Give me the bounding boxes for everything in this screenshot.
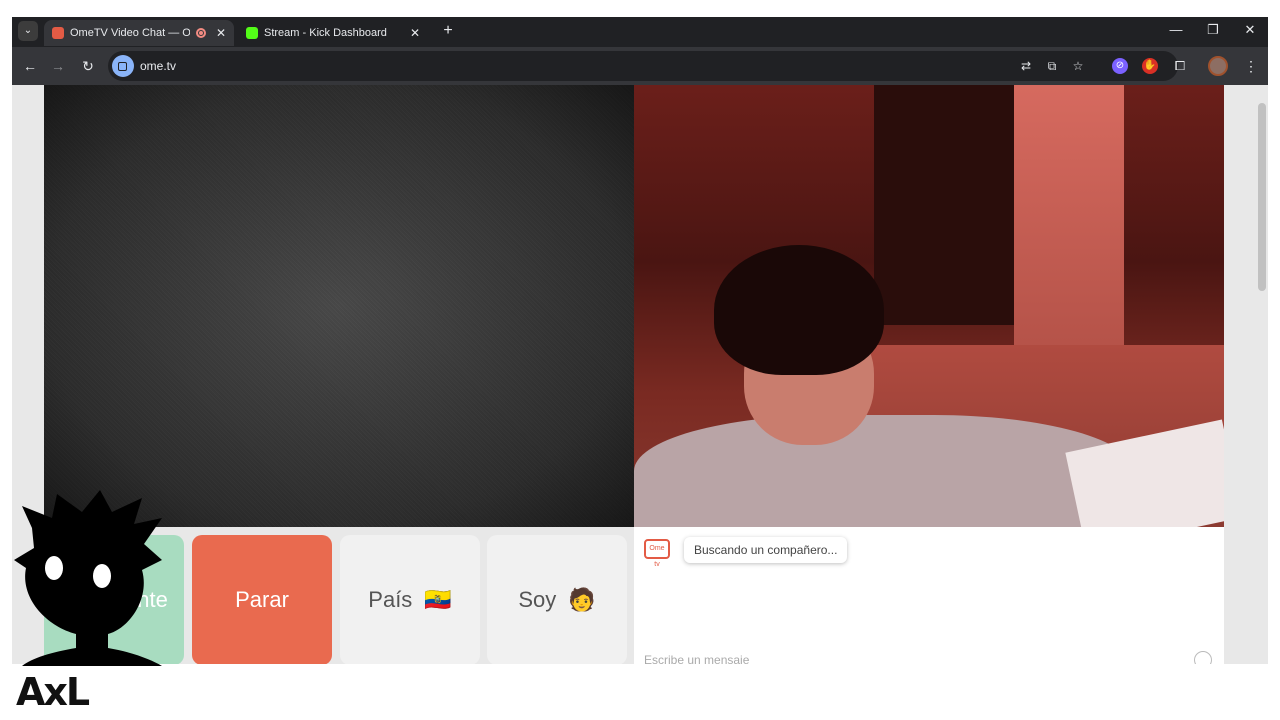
tab-search-button[interactable]: ⌄ xyxy=(18,21,38,41)
emoji-picker-icon[interactable] xyxy=(1194,651,1212,664)
url-text[interactable]: ome.tv xyxy=(140,51,176,81)
address-bar[interactable]: ome.tv ⇄ ⧉ ☆ xyxy=(108,51,1178,81)
compass-extension-icon[interactable]: ⊘ xyxy=(1112,58,1128,74)
tab-close-icon[interactable]: ✕ xyxy=(410,20,420,46)
profile-avatar[interactable] xyxy=(1208,56,1228,76)
tab-title: Stream - Kick Dashboard xyxy=(264,27,387,39)
country-selector-button[interactable]: País 🇪🇨 xyxy=(340,535,480,664)
background-wall xyxy=(1014,85,1124,355)
ometv-logo-icon: Ome tv xyxy=(644,539,670,568)
ecuador-flag-icon: 🇪🇨 xyxy=(424,587,452,612)
avatar-silhouette xyxy=(14,490,162,666)
person-body xyxy=(634,415,1134,527)
tab-strip: ⌄ OmeTV Video Chat — Ome ✕ Stream - Kick… xyxy=(12,17,1268,46)
install-app-icon[interactable]: ⧉ xyxy=(1044,58,1060,74)
person-emoji-icon: 🧑 xyxy=(568,587,596,612)
kick-favicon-icon xyxy=(246,27,258,39)
reload-button[interactable]: ↻ xyxy=(78,56,98,76)
person-hair xyxy=(714,245,884,375)
stop-button-label: Parar xyxy=(235,587,289,612)
back-button[interactable]: ← xyxy=(20,56,40,76)
message-input[interactable]: Escribe un mensaje xyxy=(644,653,749,664)
gender-selector-button[interactable]: Soy 🧑 xyxy=(487,535,627,664)
extensions-puzzle-icon[interactable]: ⧠ xyxy=(1172,58,1188,74)
translate-icon[interactable]: ⇄ xyxy=(1018,58,1034,74)
recording-indicator-icon xyxy=(196,28,206,38)
page-scrollbar[interactable] xyxy=(1258,93,1266,663)
forward-button[interactable]: → xyxy=(48,56,68,76)
page-content: iente Parar País 🇪🇨 Soy 🧑 Ome tv Buscand… xyxy=(12,85,1268,664)
browser-menu-icon[interactable]: ⋮ xyxy=(1244,56,1258,76)
stranger-video-static xyxy=(44,85,634,527)
chat-panel: Ome tv Buscando un compañero... Escribe … xyxy=(634,527,1224,664)
self-webcam-video xyxy=(634,85,1224,527)
tab-kick-dashboard[interactable]: Stream - Kick Dashboard ✕ xyxy=(238,20,428,46)
status-message: Buscando un compañero... xyxy=(684,537,848,563)
minimize-button[interactable]: — xyxy=(1157,17,1195,43)
background-closet xyxy=(874,85,1014,325)
tab-close-icon[interactable]: ✕ xyxy=(216,20,226,46)
adblock-extension-icon[interactable]: ✋ xyxy=(1142,58,1158,74)
tab-title: OmeTV Video Chat — Ome xyxy=(70,27,190,39)
bookmark-star-icon[interactable]: ☆ xyxy=(1070,58,1086,74)
country-label: País xyxy=(368,587,413,612)
browser-window: ⌄ OmeTV Video Chat — Ome ✕ Stream - Kick… xyxy=(12,17,1268,664)
site-info-icon[interactable] xyxy=(112,55,134,77)
close-window-button[interactable]: ✕ xyxy=(1231,17,1268,43)
scrollbar-thumb[interactable] xyxy=(1258,103,1266,291)
new-tab-button[interactable]: + xyxy=(438,20,458,42)
streamer-avatar-overlay xyxy=(14,490,162,666)
gender-label: Soy xyxy=(518,587,557,612)
tab-ometv[interactable]: OmeTV Video Chat — Ome ✕ xyxy=(44,20,234,46)
avatar-right-eye xyxy=(93,564,111,588)
browser-toolbar: ← → ↻ ome.tv ⇄ ⧉ ☆ ⊘ ✋ ⧠ ⋮ xyxy=(12,47,1268,85)
stop-button[interactable]: Parar xyxy=(192,535,332,664)
streamer-brand-text: AxL xyxy=(16,670,90,714)
restore-button[interactable]: ❐ xyxy=(1194,17,1232,43)
avatar-left-eye xyxy=(45,556,63,580)
ometv-favicon-icon xyxy=(52,27,64,39)
